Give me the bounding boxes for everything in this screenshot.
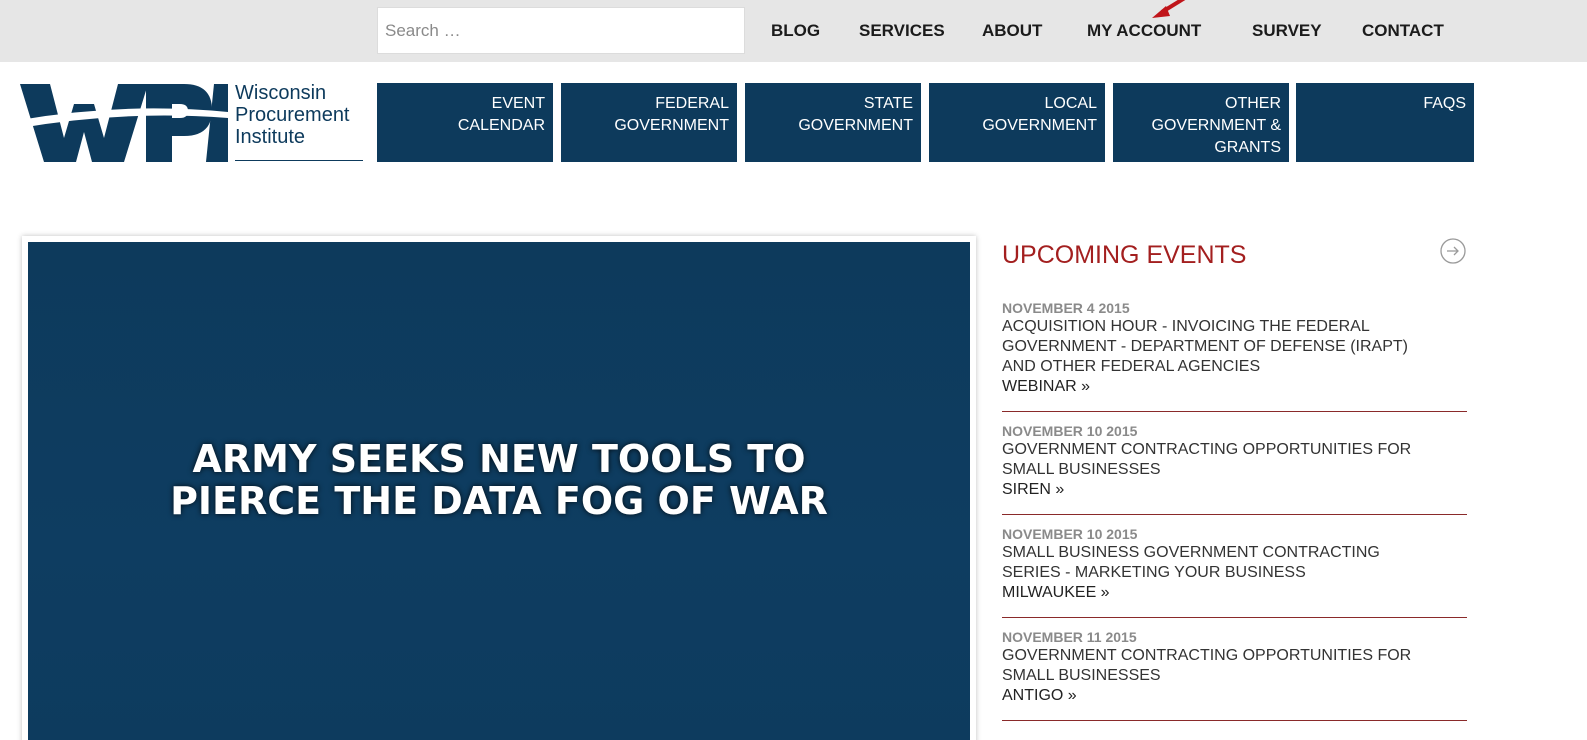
event-item: NOVEMBER 11 2015 GOVERNMENT CONTRACTING … xyxy=(1002,628,1467,721)
event-date: NOVEMBER 10 2015 xyxy=(1002,526,1138,542)
nav-contact[interactable]: CONTACT xyxy=(1362,0,1444,62)
event-title-line[interactable]: GOVERNMENT - DEPARTMENT OF DEFENSE (IRAP… xyxy=(1002,337,1467,357)
tile-event-calendar[interactable]: EVENT CALENDAR xyxy=(377,83,553,162)
tile-label: GOVERNMENT xyxy=(614,117,729,134)
logo-text: Wisconsin Procurement Institute xyxy=(235,82,350,148)
logo-line-3: Institute xyxy=(235,126,306,148)
event-title-line[interactable]: SERIES - MARKETING YOUR BUSINESS xyxy=(1002,563,1467,583)
top-bar: BLOG SERVICES ABOUT MY ACCOUNT SURVEY CO… xyxy=(0,0,1587,62)
hero-slider: ARMY SEEKS NEW TOOLS TO PIERCE THE DATA … xyxy=(22,236,976,740)
wpi-logo-mark xyxy=(20,84,228,162)
nav-services[interactable]: SERVICES xyxy=(859,0,945,62)
hero-title[interactable]: ARMY SEEKS NEW TOOLS TO PIERCE THE DATA … xyxy=(28,438,970,522)
tile-label: FEDERAL xyxy=(655,95,729,112)
event-title-line[interactable]: ACQUISITION HOUR - INVOICING THE FEDERAL xyxy=(1002,317,1467,337)
tile-label: STATE xyxy=(863,95,913,112)
tile-label: GRANTS xyxy=(1214,139,1281,156)
event-title-line[interactable]: SMALL BUSINESSES xyxy=(1002,666,1467,686)
event-location-link[interactable]: WEBINAR » xyxy=(1002,377,1467,397)
tile-label: GOVERNMENT & xyxy=(1151,117,1282,134)
tile-label: FAQS xyxy=(1423,95,1466,112)
nav-about[interactable]: ABOUT xyxy=(982,0,1042,62)
logo-line-1: Wisconsin xyxy=(235,82,327,104)
wpi-logo[interactable]: Wisconsin Procurement Institute xyxy=(20,82,366,164)
tile-other-government-grants[interactable]: OTHER GOVERNMENT & GRANTS xyxy=(1113,83,1289,162)
tile-label: CALENDAR xyxy=(457,117,545,134)
event-title-line[interactable]: SMALL BUSINESSES xyxy=(1002,460,1467,480)
tile-label: EVENT xyxy=(491,95,545,112)
event-title-line[interactable]: GOVERNMENT CONTRACTING OPPORTUNITIES FOR xyxy=(1002,646,1467,666)
event-date: NOVEMBER 4 2015 xyxy=(1002,300,1130,316)
tile-label: LOCAL xyxy=(1044,95,1097,112)
event-title-line[interactable]: AND OTHER FEDERAL AGENCIES xyxy=(1002,357,1467,377)
tile-local-government[interactable]: LOCAL GOVERNMENT xyxy=(929,83,1105,162)
logo-line-2: Procurement xyxy=(235,104,350,126)
event-location-link[interactable]: ANTIGO » xyxy=(1002,686,1467,706)
annotation-arrow-icon xyxy=(1152,0,1186,18)
hero-slide[interactable]: ARMY SEEKS NEW TOOLS TO PIERCE THE DATA … xyxy=(28,242,970,740)
nav-survey[interactable]: SURVEY xyxy=(1252,0,1322,62)
event-title-line[interactable]: SMALL BUSINESS GOVERNMENT CONTRACTING xyxy=(1002,543,1467,563)
tile-faqs[interactable]: FAQS xyxy=(1296,83,1474,162)
tile-label: GOVERNMENT xyxy=(798,117,913,134)
event-location-link[interactable]: SIREN » xyxy=(1002,480,1467,500)
event-item: NOVEMBER 10 2015 SMALL BUSINESS GOVERNME… xyxy=(1002,525,1467,618)
event-date: NOVEMBER 11 2015 xyxy=(1002,629,1137,645)
tile-label: GOVERNMENT xyxy=(982,117,1097,134)
tile-label: OTHER xyxy=(1225,95,1281,112)
event-date: NOVEMBER 10 2015 xyxy=(1002,423,1138,439)
event-title-line[interactable]: GOVERNMENT CONTRACTING OPPORTUNITIES FOR xyxy=(1002,440,1467,460)
logo-underline xyxy=(235,160,363,161)
event-item: NOVEMBER 4 2015 ACQUISITION HOUR - INVOI… xyxy=(1002,299,1467,412)
events-heading: UPCOMING EVENTS xyxy=(1002,241,1247,269)
nav-blog[interactable]: BLOG xyxy=(771,0,820,62)
search-input[interactable] xyxy=(377,7,745,54)
circle-arrow-right-icon[interactable] xyxy=(1440,238,1466,264)
tile-federal-government[interactable]: FEDERAL GOVERNMENT xyxy=(561,83,737,162)
tile-state-government[interactable]: STATE GOVERNMENT xyxy=(745,83,921,162)
event-location-link[interactable]: MILWAUKEE » xyxy=(1002,583,1467,603)
event-item: NOVEMBER 10 2015 GOVERNMENT CONTRACTING … xyxy=(1002,422,1467,515)
